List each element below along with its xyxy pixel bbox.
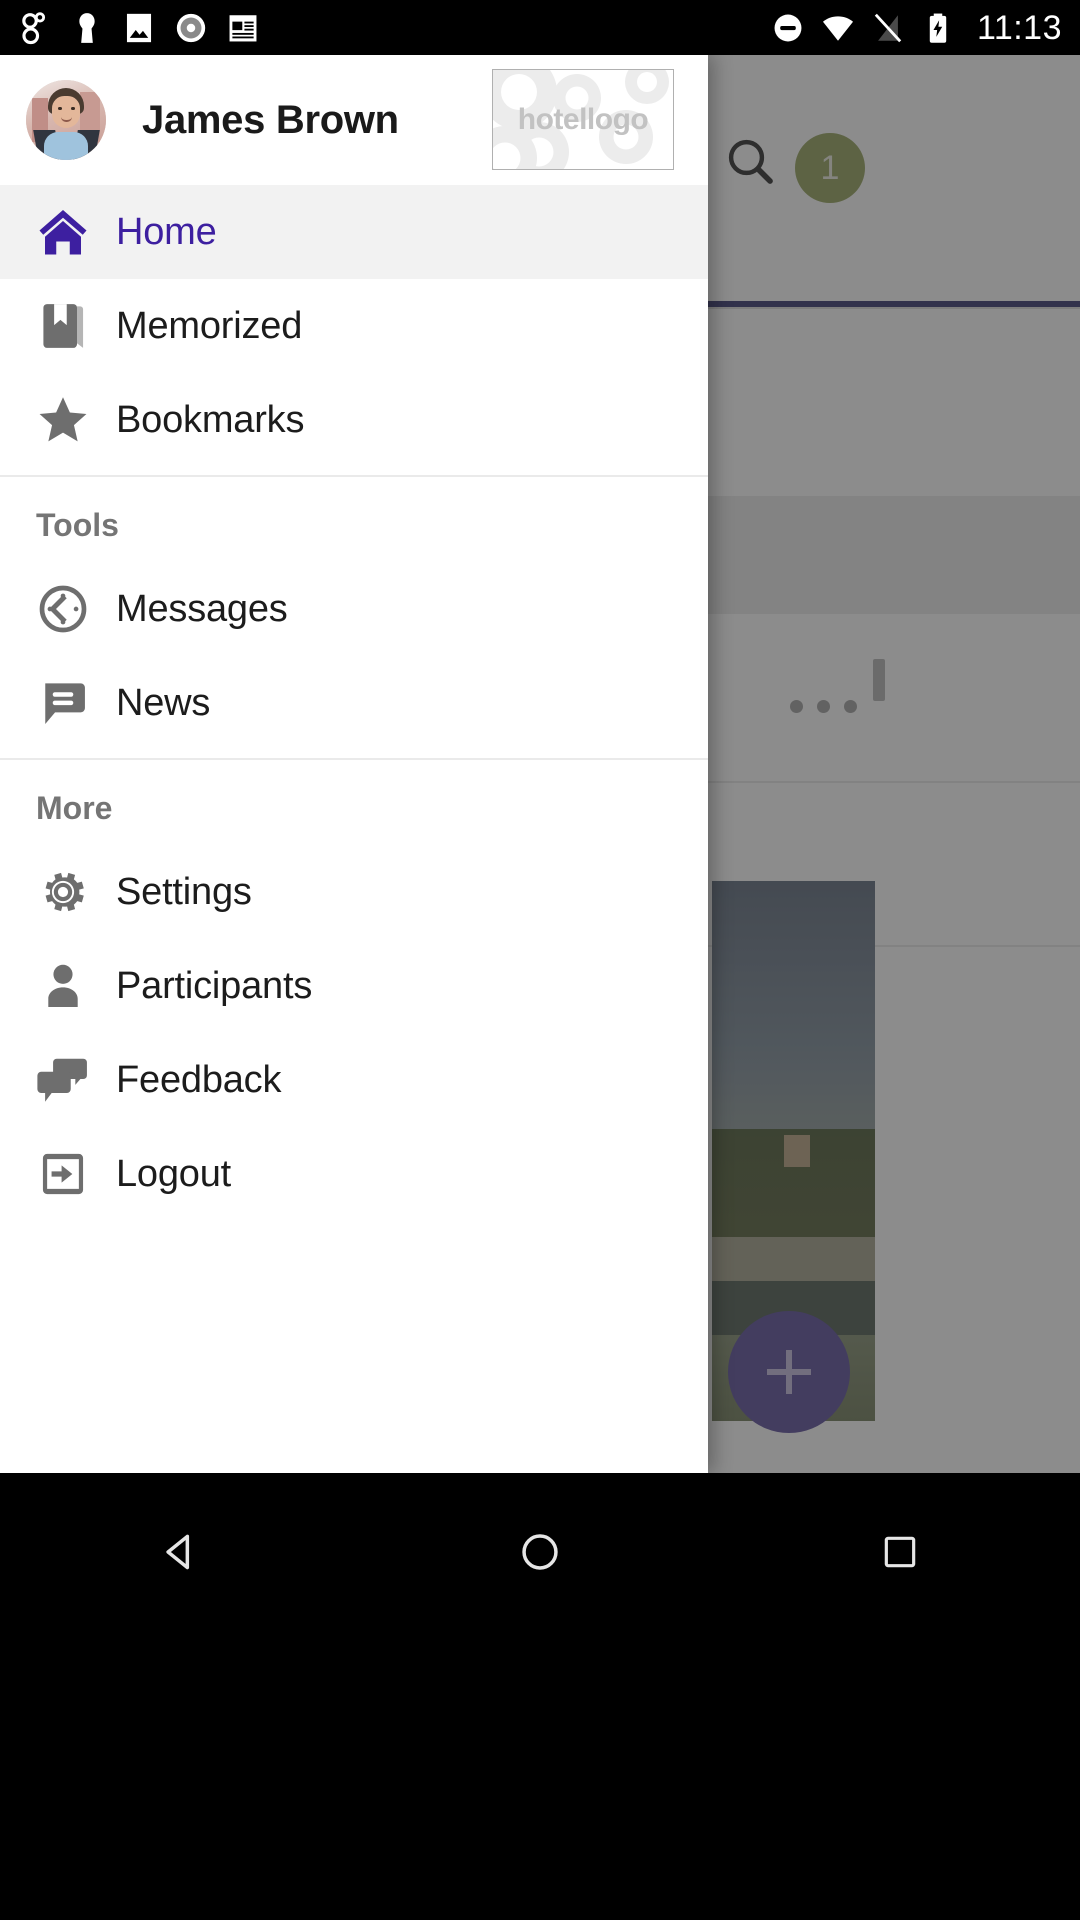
sidebar-item-label: Messages: [116, 587, 288, 630]
sidebar-item-label: Bookmarks: [116, 398, 305, 441]
section-header-more: More: [36, 790, 113, 826]
recents-square-icon[interactable]: [840, 1517, 960, 1587]
sidebar-item-label: Participants: [116, 964, 313, 1007]
status-bar: 11:13: [0, 0, 1080, 55]
section-header-tools: Tools: [36, 507, 119, 543]
android-navigation-bar: [0, 1473, 1080, 1920]
sidebar-item-news[interactable]: News: [0, 656, 708, 750]
navigation-drawer: James Brown hotellogo Home Memorized Boo…: [0, 55, 708, 1473]
double-chat-bubble-icon: [26, 1051, 100, 1109]
sidebar-item-label: Memorized: [116, 304, 303, 347]
chat-bubble-icon: [26, 675, 100, 731]
news-ticker-icon: [226, 11, 260, 45]
battery-charging-icon: [921, 11, 955, 45]
phone-screen: hotellogo 1 ments: [0, 0, 1080, 1920]
clock-history-icon: [26, 581, 100, 637]
bookmark-book-icon: [26, 298, 100, 354]
hotel-logo: hotellogo: [492, 69, 674, 170]
star-icon: [26, 391, 100, 449]
sidebar-item-label: Logout: [116, 1152, 232, 1195]
signal-off-icon: [871, 11, 905, 45]
avatar[interactable]: [26, 80, 106, 160]
drawer-header: James Brown hotellogo: [0, 55, 708, 185]
sidebar-item-home[interactable]: Home: [0, 185, 708, 279]
sidebar-item-settings[interactable]: Settings: [0, 845, 708, 939]
sidebar-item-logout[interactable]: Logout: [0, 1127, 708, 1221]
settings-gears-icon: [18, 11, 52, 45]
keyhole-icon: [70, 11, 104, 45]
gear-icon: [26, 863, 100, 921]
status-bar-right-icons: 11:13: [771, 11, 1062, 45]
do-not-disturb-icon: [771, 11, 805, 45]
sidebar-item-messages[interactable]: Messages: [0, 562, 708, 656]
sidebar-item-label: Settings: [116, 870, 252, 913]
sidebar-item-label: News: [116, 681, 211, 724]
logout-icon: [26, 1146, 100, 1202]
home-icon: [26, 202, 100, 262]
home-circle-icon[interactable]: [480, 1517, 600, 1587]
back-triangle-icon[interactable]: [120, 1517, 240, 1587]
photo-icon: [122, 11, 156, 45]
hotel-logo-text: hotellogo: [517, 103, 649, 136]
wifi-icon: [821, 11, 855, 45]
user-name: James Brown: [142, 97, 399, 142]
drawer-nav-list: Home Memorized Bookmarks Tools Messages …: [0, 185, 708, 1473]
sidebar-item-label: Feedback: [116, 1058, 282, 1101]
person-icon: [26, 958, 100, 1014]
sidebar-item-bookmarks[interactable]: Bookmarks: [0, 373, 708, 467]
status-bar-left-icons: [18, 11, 260, 45]
disc-icon: [174, 11, 208, 45]
sidebar-item-label: Home: [116, 210, 217, 253]
sidebar-item-memorized[interactable]: Memorized: [0, 279, 708, 373]
status-bar-clock: 11:13: [976, 8, 1062, 47]
sidebar-item-feedback[interactable]: Feedback: [0, 1033, 708, 1127]
sidebar-item-participants[interactable]: Participants: [0, 939, 708, 1033]
